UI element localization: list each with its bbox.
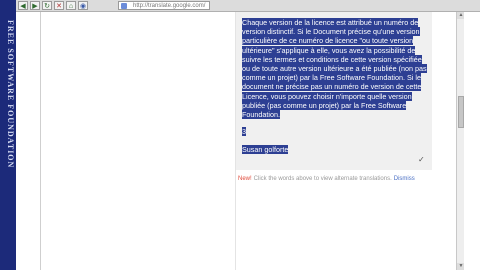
selected-text: Chaque version de la licence est attribu… <box>242 18 427 120</box>
address-bar[interactable]: http://translate.google.com/ <box>118 1 210 10</box>
right-margin <box>432 12 456 270</box>
home-icon[interactable]: ⌂ <box>66 1 76 10</box>
favicon-icon <box>121 3 127 9</box>
source-pane <box>41 12 236 270</box>
address-text: http://translate.google.com/ <box>133 3 206 9</box>
hint-text: Click the words above to view alternate … <box>253 176 392 182</box>
section-number[interactable]: 3 <box>242 127 246 136</box>
browser-toolbar: ◀ ▶ ↻ ✕ ⌂ ◉ http://translate.google.com/ <box>16 0 480 12</box>
author-name[interactable]: Susan golforte <box>242 145 289 154</box>
checkmark-icon[interactable]: ✓ <box>418 155 425 164</box>
left-banner: FREE SOFTWARE FOUNDATION <box>0 0 16 270</box>
new-badge: New! <box>238 176 252 182</box>
translated-paragraph[interactable]: Chaque version de la licence est attribu… <box>242 18 428 120</box>
banner-text: FREE SOFTWARE FOUNDATION <box>6 20 15 169</box>
back-arrow-icon[interactable]: ◀ <box>18 1 28 10</box>
forward-arrow-icon[interactable]: ▶ <box>30 1 40 10</box>
left-panel <box>16 12 41 270</box>
stop-icon[interactable]: ✕ <box>54 1 64 10</box>
reload-icon[interactable]: ↻ <box>42 1 52 10</box>
globe-icon[interactable]: ◉ <box>78 1 88 10</box>
window-edge <box>464 12 480 270</box>
dismiss-link[interactable]: Dismiss <box>394 176 415 182</box>
translation-hint: New! Click the words above to view altern… <box>238 176 415 182</box>
